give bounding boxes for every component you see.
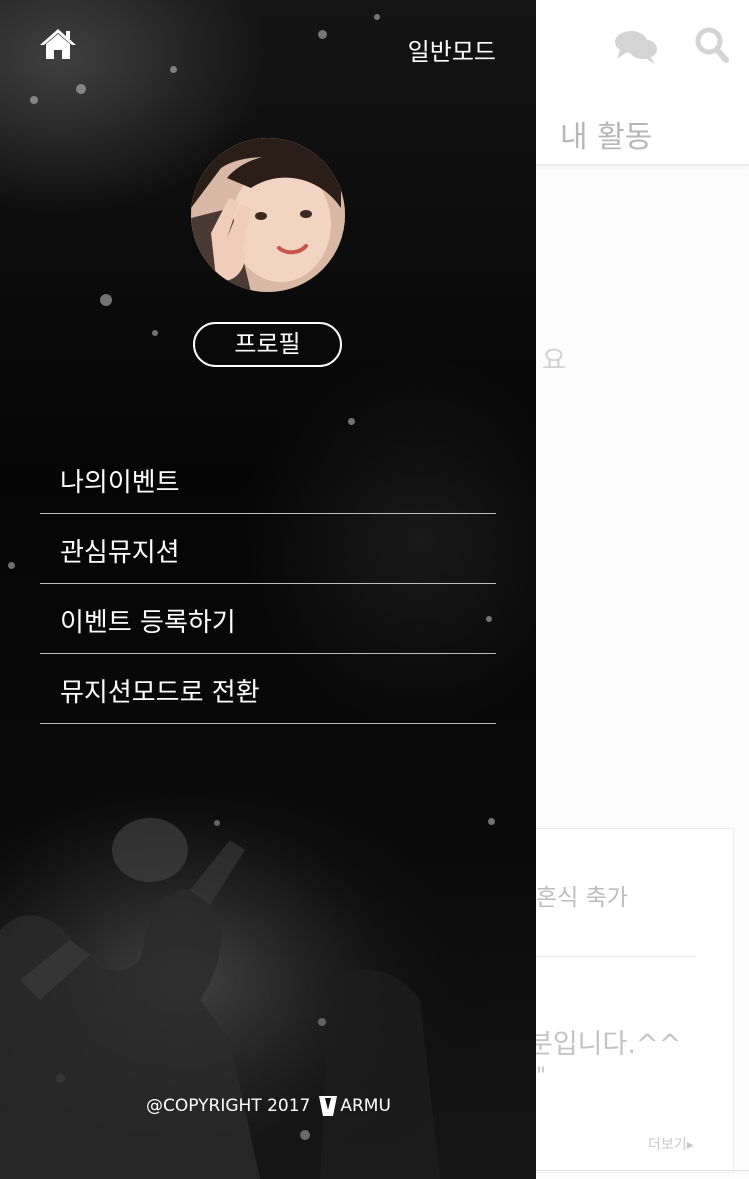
event-card-body: 분입니다.^^ — [528, 1029, 682, 1060]
menu-item-label: 나의이벤트 — [60, 468, 180, 498]
search-icon[interactable] — [694, 26, 730, 66]
bokeh-dot — [318, 30, 327, 39]
bokeh-dot — [30, 96, 38, 104]
varmu-logo-icon — [319, 1096, 338, 1116]
side-drawer: 일반모드 프로필 나의이벤트 관심뮤지션 이벤트 등록하기 뮤지션모드로 전환 — [0, 0, 536, 1179]
bokeh-dot — [374, 14, 380, 20]
avatar-photo — [191, 138, 345, 292]
drawer-menu: 나의이벤트 관심뮤지션 이벤트 등록하기 뮤지션모드로 전환 — [40, 444, 496, 724]
brand-name: ARMU — [340, 1096, 391, 1116]
crowd-silhouette — [0, 780, 536, 1179]
empty-state-text: 요 — [542, 346, 566, 376]
bokeh-dot — [76, 84, 86, 94]
menu-item-register-event[interactable]: 이벤트 등록하기 — [40, 584, 496, 654]
more-link[interactable]: 더보기▸ — [648, 1134, 694, 1154]
menu-item-switch-musician-mode[interactable]: 뮤지션모드로 전환 — [40, 654, 496, 724]
divider — [500, 1170, 749, 1171]
bokeh-dot — [170, 66, 177, 73]
tab-my-activity[interactable]: 내 활동 — [560, 112, 652, 156]
profile-button[interactable]: 프로필 — [193, 322, 342, 367]
menu-item-label: 뮤지션모드로 전환 — [60, 678, 260, 708]
bokeh-dot — [152, 330, 158, 336]
menu-item-label: 관심뮤지션 — [60, 538, 180, 568]
copyright: @COPYRIGHT 2017 ARMU — [146, 1094, 391, 1118]
bokeh-dot — [100, 294, 112, 306]
bokeh-dot — [348, 418, 355, 425]
copyright-text: @COPYRIGHT 2017 — [146, 1096, 311, 1116]
chat-bubbles-icon[interactable] — [614, 28, 658, 66]
event-card-title: 혼식 축가 — [536, 885, 628, 911]
mode-toggle-label[interactable]: 일반모드 — [360, 32, 496, 67]
menu-item-label: 이벤트 등록하기 — [60, 608, 236, 638]
menu-item-my-events[interactable]: 나의이벤트 — [40, 444, 496, 514]
bokeh-dot — [8, 562, 15, 569]
avatar[interactable] — [191, 138, 345, 292]
home-icon[interactable] — [38, 26, 78, 62]
event-card-quote: " — [536, 1064, 547, 1089]
menu-item-favorite-musicians[interactable]: 관심뮤지션 — [40, 514, 496, 584]
